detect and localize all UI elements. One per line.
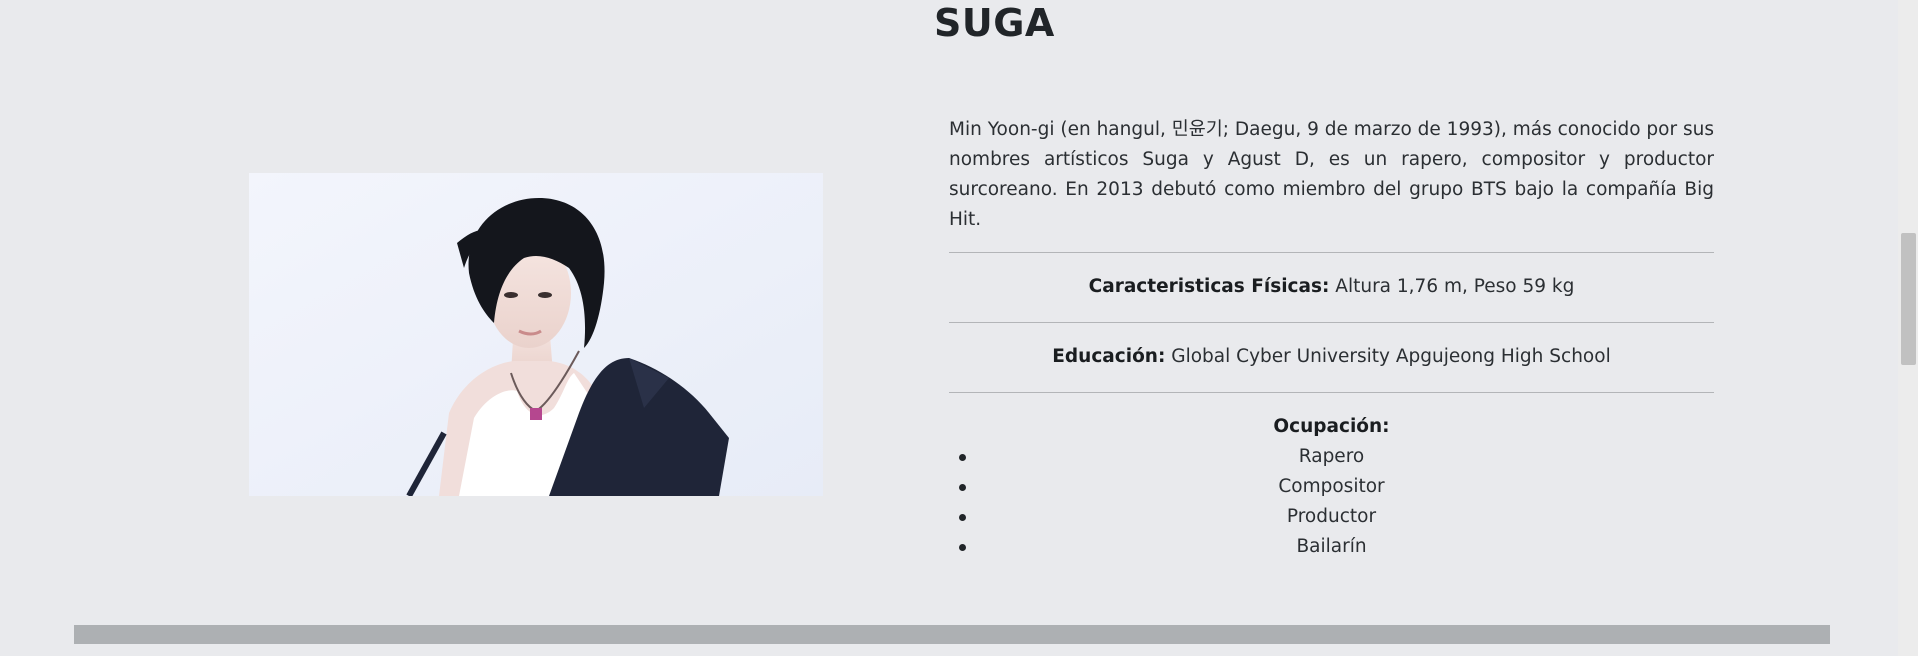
occupation-list: Rapero Compositor Productor Bailarín [949,442,1714,562]
section-separator-bar [74,625,1830,644]
page-title: SUGA [934,1,1055,45]
physical-label: Caracteristicas Físicas: [1088,276,1330,297]
physical-value: Altura 1,76 m, Peso 59 kg [1329,276,1575,297]
occupation-item: Compositor [1278,476,1385,497]
bullet-icon [959,514,966,521]
occupation-item: Bailarín [1296,536,1367,557]
occupation-item: Rapero [1298,446,1365,467]
profile-photo-image [249,173,823,496]
education-label: Educación: [1052,346,1166,367]
education-value: Global Cyber University Apgujeong High S… [1165,346,1611,367]
page: SUGA Min Yoon-gi (en hangul, 민윤기; Daegu,… [0,0,1918,656]
education-info: Educación: Global Cyber University Apguj… [949,323,1714,392]
occupation-label: Ocupación: [1273,416,1390,437]
list-item: Compositor [949,472,1714,502]
bullet-icon [959,544,966,551]
occupation-item: Productor [1286,506,1377,527]
physical-info: Caracteristicas Físicas: Altura 1,76 m, … [949,253,1714,322]
scrollbar-thumb[interactable] [1901,233,1916,365]
list-item: Bailarín [949,532,1714,562]
list-item: Rapero [949,442,1714,472]
occupation-info: Ocupación: Rapero Compositor Productor B… [949,393,1714,562]
profile-intro: Min Yoon-gi (en hangul, 민윤기; Daegu, 9 de… [949,119,1714,230]
list-item: Productor [949,502,1714,532]
bullet-icon [959,484,966,491]
profile-photo [249,173,823,496]
profile-details: Min Yoon-gi (en hangul, 민윤기; Daegu, 9 de… [949,115,1714,562]
bullet-icon [959,454,966,461]
